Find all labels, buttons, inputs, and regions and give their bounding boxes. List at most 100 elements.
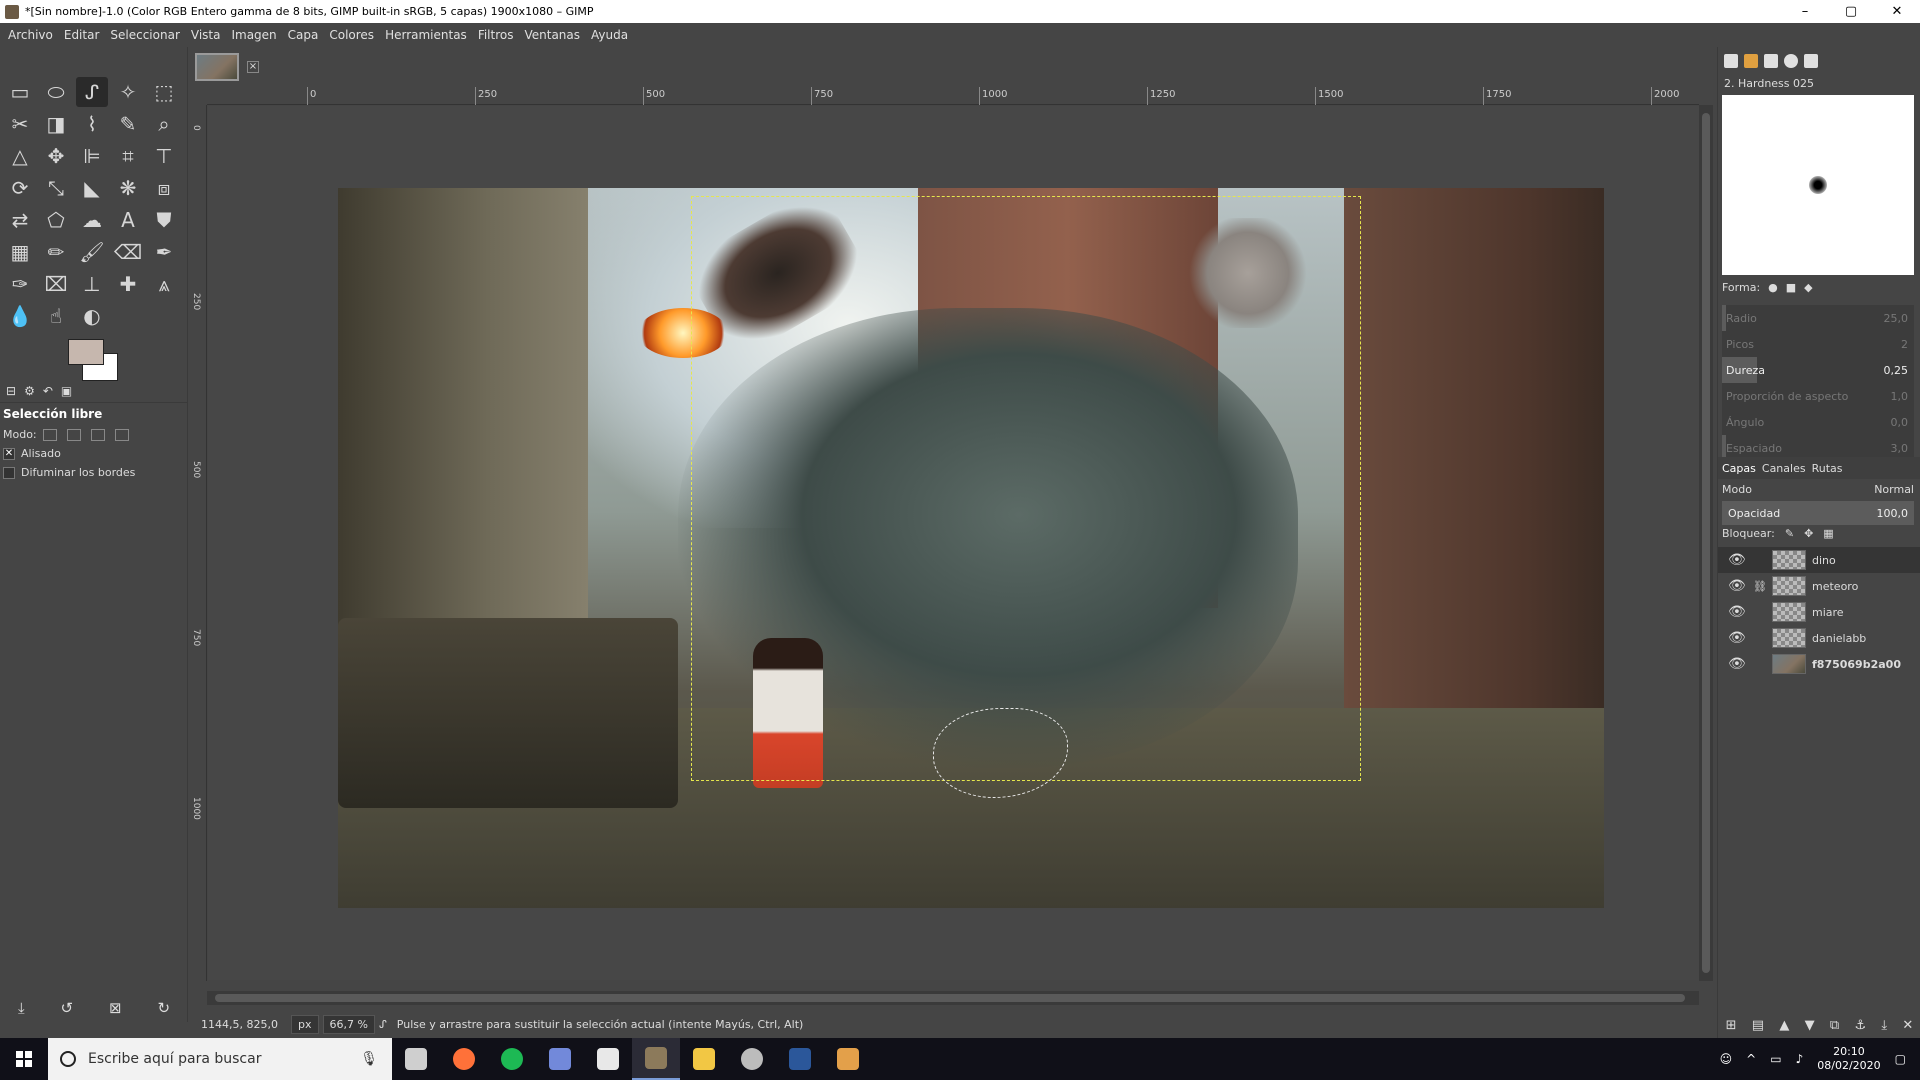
zoom-tool-icon[interactable]: ⌕ [148, 109, 180, 139]
visibility-eye-icon[interactable]: 👁 [1728, 630, 1748, 646]
ink-tool-icon[interactable]: ✑ [4, 269, 36, 299]
tab-capas[interactable]: Capas [1722, 462, 1756, 475]
fuzzy-select-tool-icon[interactable]: ✧ [112, 77, 144, 107]
layer-row[interactable]: 👁 f875069b2a00 [1718, 651, 1920, 677]
horizontal-ruler[interactable]: 0 250 500 750 1000 1250 1500 1750 2000 [207, 87, 1699, 105]
rect-select-tool-icon[interactable]: ▭ [4, 77, 36, 107]
restore-options-icon[interactable]: ↺ [61, 999, 74, 1017]
brush-editor-tab-icon[interactable] [1804, 54, 1818, 68]
anchor-layer-icon[interactable]: ⚓ [1854, 1018, 1866, 1033]
mode-replace-icon[interactable] [42, 428, 57, 441]
gimp-taskbar-button[interactable] [632, 1038, 680, 1080]
airbrush-tool-icon[interactable]: ✒ [148, 237, 180, 267]
start-button[interactable] [0, 1038, 48, 1080]
mode-intersect-icon[interactable] [114, 428, 129, 441]
layer-mode-select[interactable]: Normal [1874, 483, 1914, 496]
paint-taskbar-button[interactable] [824, 1038, 872, 1080]
shape-square-icon[interactable]: ■ [1786, 281, 1796, 294]
clone-tool-icon[interactable]: ⊥ [76, 269, 108, 299]
volume-icon[interactable]: ♪ [1796, 1052, 1804, 1066]
menu-capa[interactable]: Capa [288, 28, 319, 42]
taskbar-clock[interactable]: 20:10 08/02/2020 [1817, 1045, 1880, 1073]
rotate-tool-icon[interactable]: ⟳ [4, 173, 36, 203]
word-taskbar-button[interactable] [776, 1038, 824, 1080]
delete-options-icon[interactable]: ⊠ [109, 999, 122, 1017]
photos-taskbar-button[interactable] [584, 1038, 632, 1080]
scale-tool-icon[interactable]: ⤡ [40, 173, 72, 203]
brush-preview[interactable] [1722, 95, 1914, 275]
brush-slider[interactable]: Dureza 0,25 [1722, 357, 1914, 383]
free-select-tool-icon[interactable]: ᔑ [76, 77, 108, 107]
images-tab-icon[interactable]: ▣ [61, 384, 72, 398]
lock-position-icon[interactable]: ✥ [1804, 527, 1813, 540]
merge-layer-icon[interactable]: ⤓ [1881, 1018, 1887, 1033]
menu-colores[interactable]: Colores [329, 28, 374, 42]
heal-tool-icon[interactable]: ✚ [112, 269, 144, 299]
menu-seleccionar[interactable]: Seleccionar [110, 28, 179, 42]
layer-opacity-slider[interactable]: Opacidad 100,0 [1722, 501, 1914, 525]
perspective-clone-tool-icon[interactable]: ⩓ [148, 269, 180, 299]
move-tool-icon[interactable]: ✥ [40, 141, 72, 171]
menu-editar[interactable]: Editar [64, 28, 100, 42]
notifications-icon[interactable]: ▢ [1895, 1052, 1906, 1066]
patterns-tab-icon[interactable] [1744, 54, 1758, 68]
new-layer-icon[interactable]: ⊞ [1726, 1018, 1737, 1033]
bucket-fill-tool-icon[interactable]: ⛊ [148, 205, 180, 235]
image-canvas[interactable] [338, 188, 1604, 908]
mypaint-brush-tool-icon[interactable]: ⌧ [40, 269, 72, 299]
mode-add-icon[interactable] [66, 428, 81, 441]
mode-subtract-icon[interactable] [90, 428, 105, 441]
flip-tool-icon[interactable]: ⇄ [4, 205, 36, 235]
minimize-button[interactable]: – [1782, 0, 1828, 23]
paintbrush-tool-icon[interactable]: 🖌 [76, 237, 108, 267]
visibility-eye-icon[interactable]: 👁 [1728, 656, 1748, 672]
task-view-taskbar-button[interactable] [392, 1038, 440, 1080]
brush-slider[interactable]: Ángulo 0,0 [1722, 409, 1914, 435]
canvas-viewport[interactable] [208, 106, 1699, 980]
text-tool-icon[interactable]: A [112, 205, 144, 235]
menu-herramientas[interactable]: Herramientas [385, 28, 467, 42]
people-icon[interactable]: ☺ [1720, 1052, 1733, 1066]
spotify-taskbar-button[interactable] [488, 1038, 536, 1080]
delete-layer-icon[interactable]: ✕ [1902, 1018, 1913, 1033]
network-icon[interactable]: ▭ [1770, 1052, 1781, 1066]
brush-slider[interactable]: Picos 2 [1722, 331, 1914, 357]
obs-taskbar-button[interactable] [728, 1038, 776, 1080]
shear-tool-icon[interactable]: ◣ [76, 173, 108, 203]
chain-link-icon[interactable]: ⛓ [1748, 580, 1772, 593]
lower-layer-icon[interactable]: ▼ [1805, 1018, 1815, 1033]
raise-layer-icon[interactable]: ▲ [1779, 1018, 1789, 1033]
horizontal-scroll-thumb[interactable] [215, 994, 1685, 1002]
pencil-tool-icon[interactable]: ✏ [40, 237, 72, 267]
layer-row[interactable]: 👁 miare [1718, 599, 1920, 625]
scissors-select-tool-icon[interactable]: ✂ [4, 109, 36, 139]
crop-tool-icon[interactable]: ⌗ [112, 141, 144, 171]
brushes-tab-icon[interactable] [1724, 54, 1738, 68]
discord-taskbar-button[interactable] [536, 1038, 584, 1080]
smudge-warp-tool-icon[interactable]: ☁ [76, 205, 108, 235]
brush-slider[interactable]: Radio 25,0 [1722, 305, 1914, 331]
new-group-icon[interactable]: ▤ [1752, 1018, 1764, 1033]
zoom-selector[interactable]: 66,7 % [322, 1014, 375, 1034]
menu-archivo[interactable]: Archivo [8, 28, 53, 42]
visibility-eye-icon[interactable]: 👁 [1728, 578, 1748, 594]
visibility-eye-icon[interactable]: 👁 [1728, 552, 1748, 568]
device-status-tab-icon[interactable]: ⚙ [24, 384, 35, 398]
tab-rutas[interactable]: Rutas [1812, 462, 1843, 475]
brush-slider[interactable]: Proporción de aspecto 1,0 [1722, 383, 1914, 409]
warp-tool-icon[interactable]: ❋ [112, 173, 144, 203]
image-tab-thumbnail[interactable] [195, 53, 239, 81]
horizontal-scrollbar[interactable] [207, 991, 1699, 1005]
shape-diamond-icon[interactable]: ◆ [1804, 281, 1812, 294]
menu-ayuda[interactable]: Ayuda [591, 28, 628, 42]
select-by-color-tool-icon[interactable]: ⬚ [148, 77, 180, 107]
cage-tool-icon[interactable]: ⬠ [40, 205, 72, 235]
align-tool-icon[interactable]: ⊫ [76, 141, 108, 171]
duplicate-layer-icon[interactable]: ⧉ [1830, 1018, 1839, 1033]
taskbar-search[interactable]: Escribe aquí para buscar 🎙 [48, 1038, 392, 1080]
unified-transform-tool-icon[interactable]: ⊤ [148, 141, 180, 171]
eraser-tool-icon[interactable]: ⌫ [112, 237, 144, 267]
microphone-icon[interactable]: 🎙 [360, 1051, 378, 1067]
tray-chevron-icon[interactable]: ^ [1746, 1052, 1756, 1066]
measure-tool-icon[interactable]: △ [4, 141, 36, 171]
